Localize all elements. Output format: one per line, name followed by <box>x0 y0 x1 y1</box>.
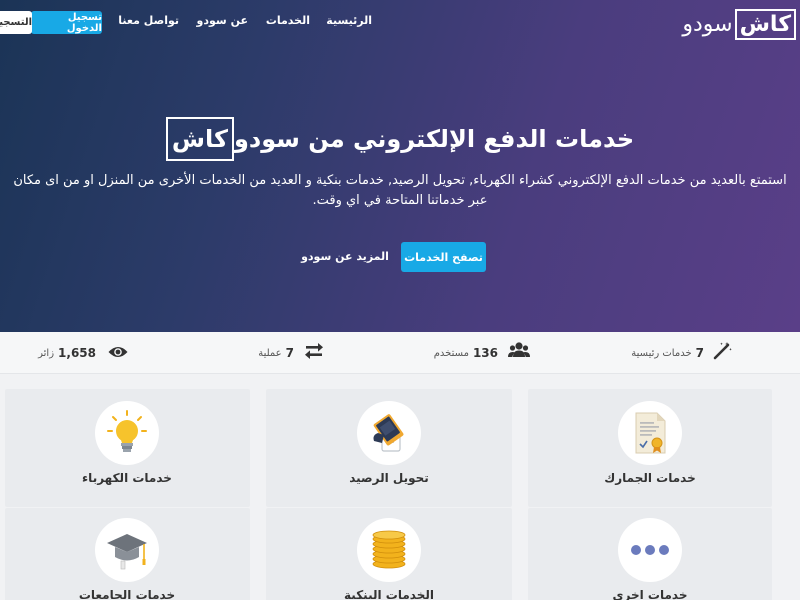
card-title: خدمات اخرى <box>612 588 688 600</box>
nav-about[interactable]: عن سودو <box>197 14 248 27</box>
eye-icon <box>108 344 128 363</box>
hero-title-boxed: كاش <box>165 117 234 161</box>
hero-title-text: خدمات الدفع الإلكتروني من سودو <box>233 125 635 153</box>
brand-logo-boxed: كاش <box>734 8 796 40</box>
register-button-label: التسجيل <box>0 17 32 28</box>
stat-label: عملية <box>258 347 282 359</box>
exchange-icon <box>304 342 324 364</box>
card-universities[interactable]: خدمات الجامعات <box>5 508 250 600</box>
more-dots-icon <box>618 518 682 582</box>
register-button[interactable]: التسجيل <box>0 11 32 34</box>
card-balance-transfer[interactable]: تحويل الرصيد <box>266 389 512 507</box>
card-banking[interactable]: الخدمات البنكية <box>266 508 512 600</box>
stat-main-services: 7 خدمات رئيسية <box>631 332 732 374</box>
hero-section: كاش سودو الرئيسية الخدمات عن سودو تواصل … <box>0 0 800 332</box>
coins-icon <box>357 518 421 582</box>
stat-value: 7 <box>695 346 704 360</box>
lightbulb-icon <box>95 401 159 465</box>
hero-description: استمتع بالعديد من خدمات الدفع الإلكتروني… <box>13 173 787 208</box>
card-title: الخدمات البنكية <box>344 588 434 600</box>
more-about-link[interactable]: المزيد عن سودو <box>298 250 392 263</box>
stat-label: زائر <box>38 347 55 359</box>
magic-wand-icon <box>712 341 732 365</box>
customs-document-icon <box>618 401 682 465</box>
balance-transfer-icon <box>357 401 421 465</box>
stat-visitors: 1,658 زائر <box>38 332 128 374</box>
nav-home[interactable]: الرئيسية <box>326 14 372 27</box>
stat-transactions: 7 عملية <box>258 332 324 374</box>
stat-value: 7 <box>285 346 294 360</box>
stat-label: مستخدم <box>433 347 469 359</box>
stat-value: 136 <box>472 346 498 360</box>
hero-title: خدمات الدفع الإلكتروني من سودو كاش <box>0 117 800 161</box>
card-title: تحويل الرصيد <box>349 471 429 485</box>
graduation-cap-icon <box>95 518 159 582</box>
brand-logo[interactable]: كاش سودو <box>682 8 796 40</box>
nav-contact[interactable]: تواصل معنا <box>118 14 179 27</box>
card-other-services[interactable]: خدمات اخرى <box>528 508 772 600</box>
login-button[interactable]: تسجيل الدخول <box>31 11 102 34</box>
stat-value: 1,658 <box>58 346 96 360</box>
stats-bar: 7 خدمات رئيسية 136 مستخدم 7 عملية 1,658 … <box>0 332 800 374</box>
card-title: خدمات الكهرباء <box>82 471 172 485</box>
card-electricity[interactable]: خدمات الكهرباء <box>5 389 250 507</box>
users-icon <box>508 341 530 365</box>
card-title: خدمات الجمارك <box>604 471 696 485</box>
brand-logo-text: سودو <box>682 11 733 37</box>
stat-label: خدمات رئيسية <box>631 347 692 359</box>
browse-services-button[interactable]: تصفح الخدمات <box>401 242 486 272</box>
card-title: خدمات الجامعات <box>78 588 176 600</box>
card-customs[interactable]: خدمات الجمارك <box>528 389 772 507</box>
nav-services[interactable]: الخدمات <box>266 14 310 27</box>
stat-users: 136 مستخدم <box>434 332 530 374</box>
